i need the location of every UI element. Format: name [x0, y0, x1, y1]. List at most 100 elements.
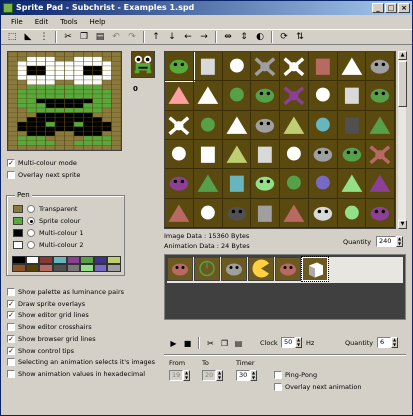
sprite-cell-crab[interactable]	[251, 110, 280, 140]
stop-icon[interactable]: ■	[182, 338, 193, 349]
sprite-cell-pod[interactable]	[337, 110, 367, 140]
sprite-cell-hat[interactable]	[366, 169, 395, 199]
clock-field[interactable]: 50	[281, 337, 295, 348]
menu-tools[interactable]: Tools	[54, 18, 83, 26]
sprite-cell-orb[interactable]	[308, 110, 338, 140]
sprite-cell-walker[interactable]	[222, 198, 252, 228]
sprite-cell-frog-small[interactable]	[251, 81, 280, 111]
overlay-next-sprite-checkbox[interactable]: Overlay next sprite	[7, 171, 80, 179]
checkbox-box[interactable]	[274, 383, 282, 391]
palette-swatch[interactable]	[80, 264, 94, 272]
setting-checkbox[interactable]: ✓ Show control tips	[7, 346, 74, 355]
scroll-thumb[interactable]	[398, 61, 407, 107]
close-button[interactable]: ×	[398, 3, 410, 13]
palette-swatch[interactable]	[39, 264, 53, 272]
sprite-cell-car[interactable]	[337, 81, 367, 111]
pen-swatch[interactable]	[13, 217, 23, 225]
animation-panel[interactable]	[164, 254, 406, 320]
pen-radio[interactable]	[27, 241, 35, 249]
sprite-cell-ring[interactable]	[222, 81, 252, 111]
sprite-cell-dragon[interactable]	[337, 140, 367, 170]
palette-swatch[interactable]	[39, 256, 53, 264]
setting-checkbox[interactable]: ✓ Draw sprite overlays	[7, 299, 85, 308]
pen-swatch[interactable]	[13, 229, 23, 237]
checkbox-box[interactable]: ✓	[7, 334, 15, 343]
checkbox-box[interactable]: ✓	[7, 159, 15, 167]
sprite-cell-skull-big[interactable]	[193, 198, 223, 228]
dither-icon[interactable]: ⋮	[37, 31, 51, 44]
copy-icon[interactable]: ❐	[77, 31, 91, 44]
sprite-cell-crescent[interactable]	[337, 169, 367, 199]
sprite-cell-moon[interactable]	[337, 198, 367, 228]
shift-up-icon[interactable]: ↑	[149, 31, 163, 44]
animation-frame-ring[interactable]	[194, 257, 220, 281]
sprite-browser[interactable]	[164, 51, 396, 229]
flip-vertical-icon[interactable]: ⇕	[237, 31, 251, 44]
shift-left-icon[interactable]: ←	[181, 31, 195, 44]
sprite-cell-star[interactable]	[222, 110, 252, 140]
setting-checkbox[interactable]: Selecting an animation selects it's imag…	[7, 358, 155, 367]
colour-palette[interactable]	[12, 256, 121, 272]
quantity-spinner[interactable]: ▲ ▼	[396, 236, 403, 247]
sprite-cell-hand[interactable]	[165, 81, 194, 111]
sprite-cell-ball[interactable]	[308, 169, 338, 199]
menu-help[interactable]: Help	[84, 18, 112, 26]
checkbox-box[interactable]	[274, 371, 282, 379]
animation-frame-walker[interactable]	[167, 257, 193, 281]
sprite-cell-ufo[interactable]	[165, 169, 194, 199]
scroll-up-arrow[interactable]: ▲	[398, 51, 407, 60]
maximize-button[interactable]: □	[385, 3, 397, 13]
setting-checkbox[interactable]: Show palette as luminance pairs	[7, 288, 124, 296]
sprite-cell-tree[interactable]	[165, 198, 194, 228]
multi-colour-mode-checkbox[interactable]: ✓ Multi-colour mode	[7, 159, 77, 167]
sprite-cell-chevron[interactable]	[280, 110, 309, 140]
quantity-field[interactable]: 240	[376, 236, 396, 247]
palette-swatch[interactable]	[93, 264, 108, 272]
sprite-cell-bird[interactable]	[280, 198, 309, 228]
sprite-cell-squid[interactable]	[366, 140, 395, 170]
to-field[interactable]: 20	[202, 370, 216, 381]
minimize-button[interactable]: _	[372, 3, 384, 13]
sprite-cell-heli[interactable]	[308, 198, 338, 228]
paste-icon[interactable]: ▤	[93, 31, 107, 44]
checkbox-box[interactable]: ✓	[7, 346, 15, 355]
sprite-cell-gun[interactable]	[251, 198, 280, 228]
animation-frame-crab[interactable]	[275, 257, 301, 281]
pen-option-multi-colour-2[interactable]: Multi-colour 2	[13, 241, 84, 249]
animation-strip[interactable]	[167, 256, 403, 283]
palette-swatch[interactable]	[25, 264, 40, 272]
checkbox-box[interactable]: ✓	[7, 311, 15, 320]
checkbox-box[interactable]	[7, 171, 15, 179]
sprite-editor-grid[interactable]	[8, 52, 121, 150]
sprite-cell-smiley[interactable]	[308, 81, 338, 111]
sprite-cell-alien[interactable]	[251, 169, 280, 199]
palette-swatch[interactable]	[107, 256, 121, 264]
setting-checkbox[interactable]: ✓ Show editor grid lines	[7, 311, 89, 320]
pen-radio[interactable]	[27, 229, 35, 237]
sprite-cell-pear[interactable]	[222, 140, 252, 170]
animation-frame-cube[interactable]	[301, 256, 329, 282]
anim-quantity-spinner[interactable]: ▲ ▼	[391, 337, 398, 348]
shift-right-icon[interactable]: →	[197, 31, 211, 44]
sprite-cell-shoe[interactable]	[337, 52, 367, 82]
pen-option-sprite-colour[interactable]: Sprite colour	[13, 217, 80, 225]
palette-swatch[interactable]	[12, 264, 26, 272]
sprite-cell-pyramid[interactable]	[193, 169, 223, 199]
sprite-cell-block[interactable]	[308, 52, 338, 82]
sprite-cell-eyes[interactable]	[222, 52, 252, 82]
menu-edit[interactable]: Edit	[29, 18, 55, 26]
palette-swatch[interactable]	[93, 256, 108, 264]
sprite-cell-frog[interactable]	[165, 52, 195, 83]
palette-swatch[interactable]	[12, 256, 26, 264]
sprite-cell-bubbles[interactable]	[165, 140, 194, 170]
animation-frame-dragon[interactable]	[221, 257, 247, 281]
checkbox-box[interactable]	[7, 323, 15, 332]
anim-cut-icon[interactable]: ✂	[205, 338, 216, 349]
setting-checkbox[interactable]: Show animation values in hexadecimal	[7, 369, 145, 378]
sprite-cell-tank[interactable]	[251, 52, 280, 82]
pen-radio[interactable]	[27, 217, 35, 225]
sprite-cell-skull-crossbones[interactable]	[280, 52, 309, 82]
rotate-icon[interactable]: ⟳	[277, 31, 291, 44]
palette-swatch[interactable]	[66, 256, 81, 264]
undo-icon[interactable]: ↶	[109, 31, 123, 44]
